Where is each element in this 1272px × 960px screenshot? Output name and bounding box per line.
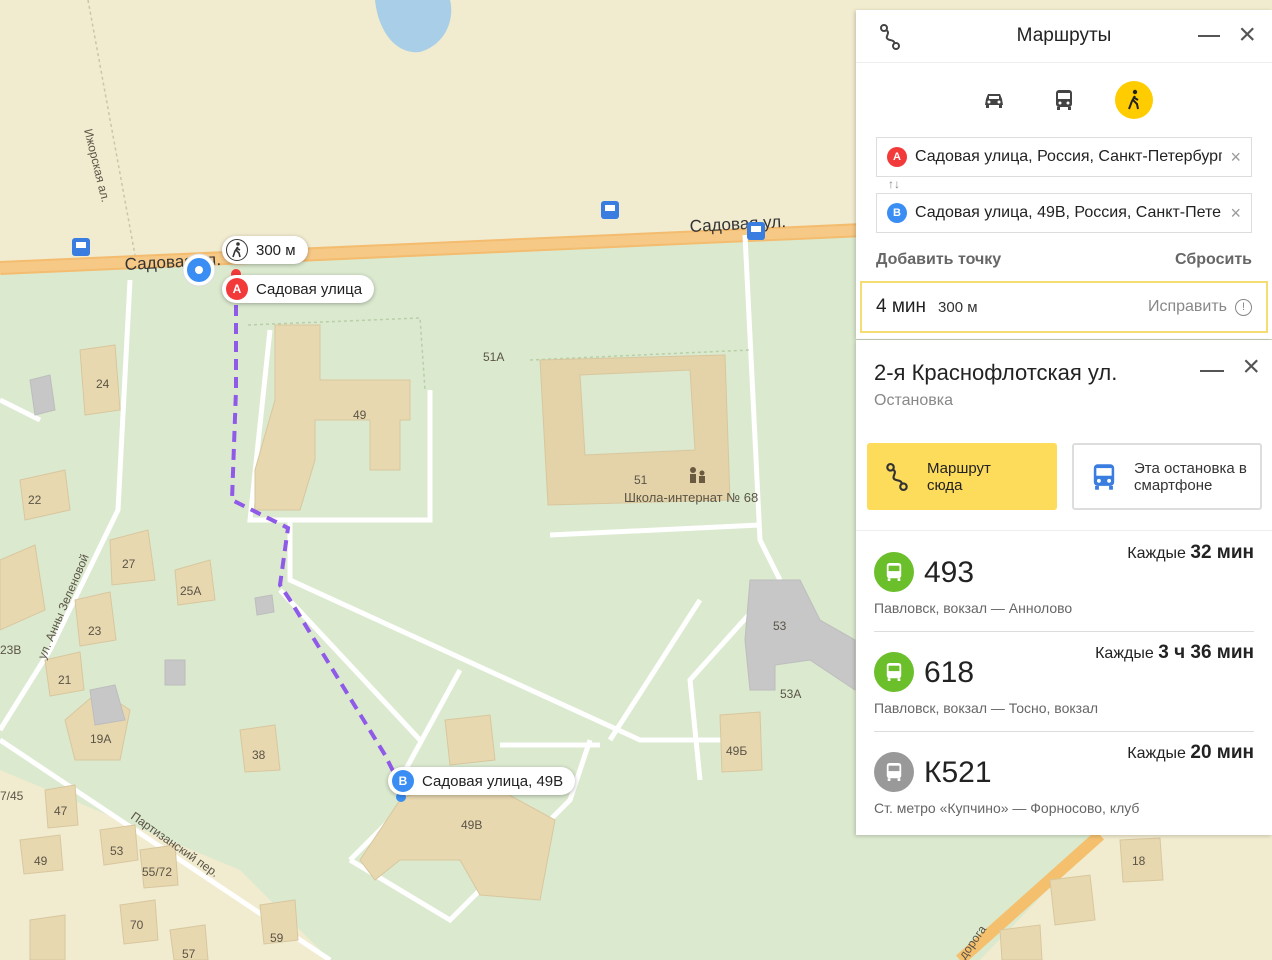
car-icon [985,94,1003,108]
svg-text:7/45: 7/45 [0,789,24,803]
svg-text:24: 24 [96,377,110,391]
route-icon[interactable] [878,24,902,56]
svg-text:57: 57 [182,947,196,960]
clear-from-button[interactable]: × [1230,147,1241,168]
route-icon [867,462,927,491]
svg-text:22: 22 [28,493,42,507]
svg-text:55/72: 55/72 [142,865,172,879]
route-number: 493 [924,556,975,589]
route-destination: Ст. метро «Купчино» — Форносово, клуб [874,800,1140,816]
walk-icon [226,239,248,261]
to-field[interactable]: B Садовая улица, 49В, Россия, Санкт-Пете… [876,193,1252,233]
stop-subtitle: Остановка [874,392,953,409]
bus-icon [1074,463,1134,491]
fix-label: Исправить [1147,298,1227,315]
to-pin: B [887,203,907,223]
walk-distance: 300 м [256,241,296,259]
point-b-letter: B [392,770,414,792]
svg-text:70: 70 [130,918,144,932]
transit-route[interactable]: 618 Каждые 3 ч 36 мин Павловск, вокзал —… [874,642,1254,742]
route-here-button[interactable]: Маршрут сюда [867,443,1057,510]
car-mode-button[interactable] [975,81,1013,119]
walk-distance-bubble: 300 м [222,236,308,264]
svg-text:49: 49 [34,854,48,868]
svg-text:49Б: 49Б [726,744,747,758]
bus-mode-button[interactable] [1045,81,1083,119]
from-field[interactable]: A Садовая улица, Россия, Санкт-Петербург… [876,137,1252,177]
svg-text:53А: 53А [780,687,801,701]
route-destination: Павловск, вокзал — Аннолово [874,600,1073,616]
to-input[interactable]: Садовая улица, 49В, Россия, Санкт-Петерб… [915,204,1222,222]
svg-text:19А: 19А [90,732,111,746]
point-a-marker[interactable]: A Садовая улица [222,275,375,303]
svg-text:23В: 23В [0,643,21,657]
transit-route[interactable]: К521 Каждые 20 мин Ст. метро «Купчино» —… [874,742,1254,842]
from-input[interactable]: Садовая улица, Россия, Санкт-Петербург [915,148,1222,166]
route-here-label: Маршрут сюда [927,459,991,494]
route-summary[interactable]: 4 мин 300 м Исправить ! [860,281,1268,333]
svg-text:59: 59 [270,931,284,945]
svg-text:47: 47 [54,804,68,818]
transit-route[interactable]: 493 Каждые 32 мин Павловск, вокзал — Анн… [874,542,1254,642]
stop-in-phone-button[interactable]: Эта остановка в смартфоне [1072,443,1262,510]
route-frequency: Каждые 20 мин [1127,742,1254,763]
route-number: К521 [924,756,992,789]
stop-title: 2-я Краснофлотская ул. [874,360,1118,385]
svg-text:27: 27 [122,557,136,571]
point-a-label: Садовая улица [256,280,363,298]
reset-link[interactable]: Сбросить [1175,251,1252,269]
svg-text:51А: 51А [483,350,504,364]
route-destination: Павловск, вокзал — Тосно, вокзал [874,700,1099,716]
from-pin: A [887,147,907,167]
svg-text:53: 53 [773,619,787,633]
point-a-letter: A [226,278,248,300]
svg-text:53: 53 [110,844,124,858]
svg-text:38: 38 [252,748,266,762]
point-b-label: Садовая улица, 49В [422,772,564,790]
route-frequency: Каждые 3 ч 36 мин [1095,642,1254,663]
walk-mode-button[interactable] [1115,81,1153,119]
bus-icon [874,652,914,692]
svg-text:18: 18 [1132,854,1146,868]
swap-icon[interactable]: ↑↓ [856,177,1272,193]
fix-route-button[interactable]: Исправить ! [1148,298,1252,316]
routes-panel: Маршруты × A Садовая улица, Россия, Санк… [856,10,1272,339]
info-icon: ! [1235,298,1252,316]
svg-text:25А: 25А [180,584,201,598]
svg-text:51: 51 [634,473,648,487]
bus-icon [874,552,914,592]
svg-text:21: 21 [58,673,72,687]
svg-text:49: 49 [353,408,367,422]
add-point-link[interactable]: Добавить точку [876,251,1001,269]
routes-header: Маршруты × [856,10,1272,63]
stop-panel: 2-я Краснофлотская ул. Остановка × Маршр… [856,340,1272,835]
route-distance: 300 м [938,298,978,316]
stop-minimize-button[interactable] [1200,370,1224,372]
transport-modes [856,63,1272,137]
minimize-button[interactable] [1198,35,1220,37]
stop-in-phone-label: Эта остановка в смартфоне [1134,459,1247,494]
svg-text:Школа-интернат № 68: Школа-интернат № 68 [624,490,758,505]
close-button[interactable]: × [1238,20,1256,50]
svg-text:49В: 49В [461,818,482,832]
route-number: 618 [924,656,975,689]
stop-close-button[interactable]: × [1242,352,1260,382]
bus-icon [874,752,914,792]
clear-to-button[interactable]: × [1230,203,1241,224]
routes-title: Маршруты [1016,25,1112,46]
route-frequency: Каждые 32 мин [1127,542,1254,563]
bus-icon [1056,90,1072,110]
walk-icon [1128,89,1139,110]
point-b-marker[interactable]: B Садовая улица, 49В [388,767,576,795]
route-time: 4 мин [876,296,927,317]
svg-text:23: 23 [88,624,102,638]
